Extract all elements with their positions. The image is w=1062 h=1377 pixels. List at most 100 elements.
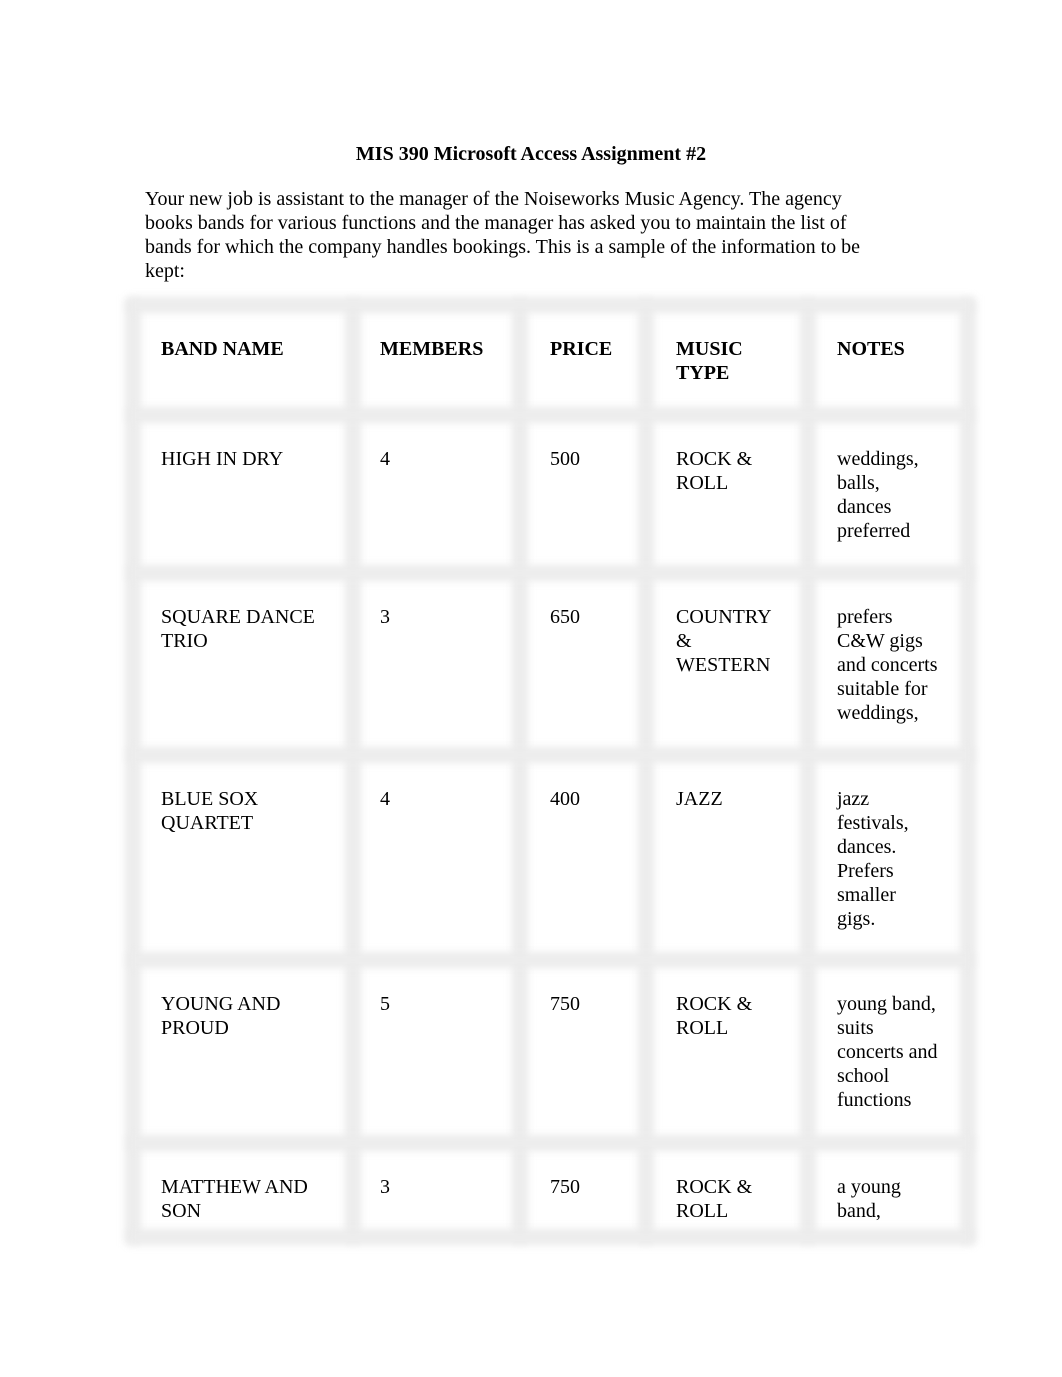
table-horizontal-border xyxy=(127,952,974,968)
cell-line: ROCK & xyxy=(676,993,753,1015)
table-vertical-border xyxy=(960,299,976,1243)
cell-line: preferred xyxy=(837,520,911,542)
cell-line: and concerts xyxy=(837,654,938,676)
table-horizontal-border xyxy=(127,297,974,313)
cell-price: 750 xyxy=(550,1175,638,1199)
cell-line: TYPE xyxy=(676,362,730,384)
cell-line: 500 xyxy=(550,448,580,470)
table-horizontal-border xyxy=(127,565,974,581)
cell-line: ROCK & xyxy=(676,1176,753,1198)
cell-line: 750 xyxy=(550,1176,580,1198)
cell-price: 400 xyxy=(550,787,638,811)
table-vertical-border xyxy=(638,299,654,1243)
cell-line: 400 xyxy=(550,788,580,810)
cell-band-name: SQUARE DANCE TRIO xyxy=(161,605,345,653)
cell-line: dances xyxy=(837,496,892,518)
header-price: PRICE xyxy=(550,337,638,361)
cell-line: COUNTRY xyxy=(676,606,772,628)
cell-band-name: MATTHEW AND SON xyxy=(161,1175,345,1223)
table-horizontal-border xyxy=(127,1229,974,1245)
header-music-type: MUSIC TYPE xyxy=(676,337,800,385)
cell-line: JAZZ xyxy=(676,788,723,810)
table-vertical-border xyxy=(800,299,816,1243)
cell-line: 3 xyxy=(380,606,390,628)
cell-line: WESTERN xyxy=(676,654,771,676)
cell-line: a young xyxy=(837,1176,901,1198)
cell-line: school xyxy=(837,1065,890,1087)
cell-members: 5 xyxy=(380,992,512,1016)
cell-notes: prefers C&W gigs and concerts suitable for w… xyxy=(837,605,960,725)
cell-line: 3 xyxy=(380,1176,390,1198)
cell-line: NOTES xyxy=(837,338,905,360)
cell-line: MEMBERS xyxy=(380,338,484,360)
cell-band-name: BLUE SOX QUARTET xyxy=(161,787,345,835)
table-vertical-border xyxy=(345,299,361,1243)
cell-line: ROLL xyxy=(676,472,729,494)
table-horizontal-border xyxy=(127,1135,974,1151)
cell-line: 650 xyxy=(550,606,580,628)
cell-music-type: ROCK & ROLL xyxy=(676,1175,800,1223)
cell-line: balls, xyxy=(837,472,880,494)
intro-paragraph: Your new job is assistant to the manager… xyxy=(145,187,905,283)
cell-line: concerts and xyxy=(837,1041,938,1063)
cell-line: gigs. xyxy=(837,908,876,930)
cell-line: YOUNG AND xyxy=(161,993,281,1015)
cell-music-type: ROCK & ROLL xyxy=(676,447,800,495)
cell-line: 4 xyxy=(380,448,390,470)
cell-line: functions xyxy=(837,1089,912,1111)
cell-members: 3 xyxy=(380,605,512,629)
cell-line: prefers xyxy=(837,606,893,628)
cell-line: BLUE SOX xyxy=(161,788,259,810)
table-vertical-border xyxy=(512,299,528,1243)
cell-line: MUSIC xyxy=(676,338,743,360)
header-members: MEMBERS xyxy=(380,337,512,361)
cell-line: MATTHEW AND xyxy=(161,1176,308,1198)
cell-price: 650 xyxy=(550,605,638,629)
cell-line: young band, xyxy=(837,993,936,1015)
cell-members: 3 xyxy=(380,1175,512,1199)
cell-notes: weddings, balls, dances preferred xyxy=(837,447,960,543)
cell-line: 750 xyxy=(550,993,580,1015)
cell-notes: a young band, xyxy=(837,1175,960,1223)
cell-line: SQUARE DANCE xyxy=(161,606,315,628)
cell-notes: young band, suits concerts and school functi… xyxy=(837,992,960,1112)
cell-line: 5 xyxy=(380,993,390,1015)
cell-line: 4 xyxy=(380,788,390,810)
cell-band-name: YOUNG AND PROUD xyxy=(161,992,345,1040)
document-title: MIS 390 Microsoft Access Assignment #2 xyxy=(355,143,707,165)
table-horizontal-border xyxy=(127,407,974,423)
cell-line: band, xyxy=(837,1200,881,1222)
cell-line: ROLL xyxy=(676,1017,729,1039)
cell-line: & xyxy=(676,630,692,652)
cell-line: dances. xyxy=(837,836,897,858)
cell-line: suits xyxy=(837,1017,874,1039)
intro-line: Your new job is assistant to the manager… xyxy=(145,188,842,210)
cell-line: ROLL xyxy=(676,1200,729,1222)
intro-line: bands for which the company handles book… xyxy=(145,236,861,258)
cell-line: C&W gigs xyxy=(837,630,923,652)
cell-price: 500 xyxy=(550,447,638,471)
cell-music-type: JAZZ xyxy=(676,787,800,811)
cell-music-type: COUNTRY & WESTERN xyxy=(676,605,800,677)
cell-line: festivals, xyxy=(837,812,909,834)
cell-line: smaller xyxy=(837,884,896,906)
intro-line: books bands for various functions and th… xyxy=(145,212,847,234)
cell-members: 4 xyxy=(380,787,512,811)
cell-line: HIGH IN DRY xyxy=(161,448,284,470)
table-vertical-border xyxy=(125,299,141,1243)
header-notes: NOTES xyxy=(837,337,960,361)
cell-line: suitable for xyxy=(837,678,928,700)
cell-line: ROCK & xyxy=(676,448,753,470)
intro-line: kept: xyxy=(145,260,185,282)
header-band-name: BAND NAME xyxy=(161,337,345,361)
cell-notes: jazz festivals, dances. Prefers smaller gigs. xyxy=(837,787,960,931)
cell-line: weddings, xyxy=(837,702,919,724)
cell-line: SON xyxy=(161,1200,202,1222)
cell-members: 4 xyxy=(380,447,512,471)
cell-price: 750 xyxy=(550,992,638,1016)
cell-band-name: HIGH IN DRY xyxy=(161,447,345,471)
cell-music-type: ROCK & ROLL xyxy=(676,992,800,1040)
cell-line: Prefers xyxy=(837,860,894,882)
cell-line: weddings, xyxy=(837,448,919,470)
cell-line: PROUD xyxy=(161,1017,229,1039)
